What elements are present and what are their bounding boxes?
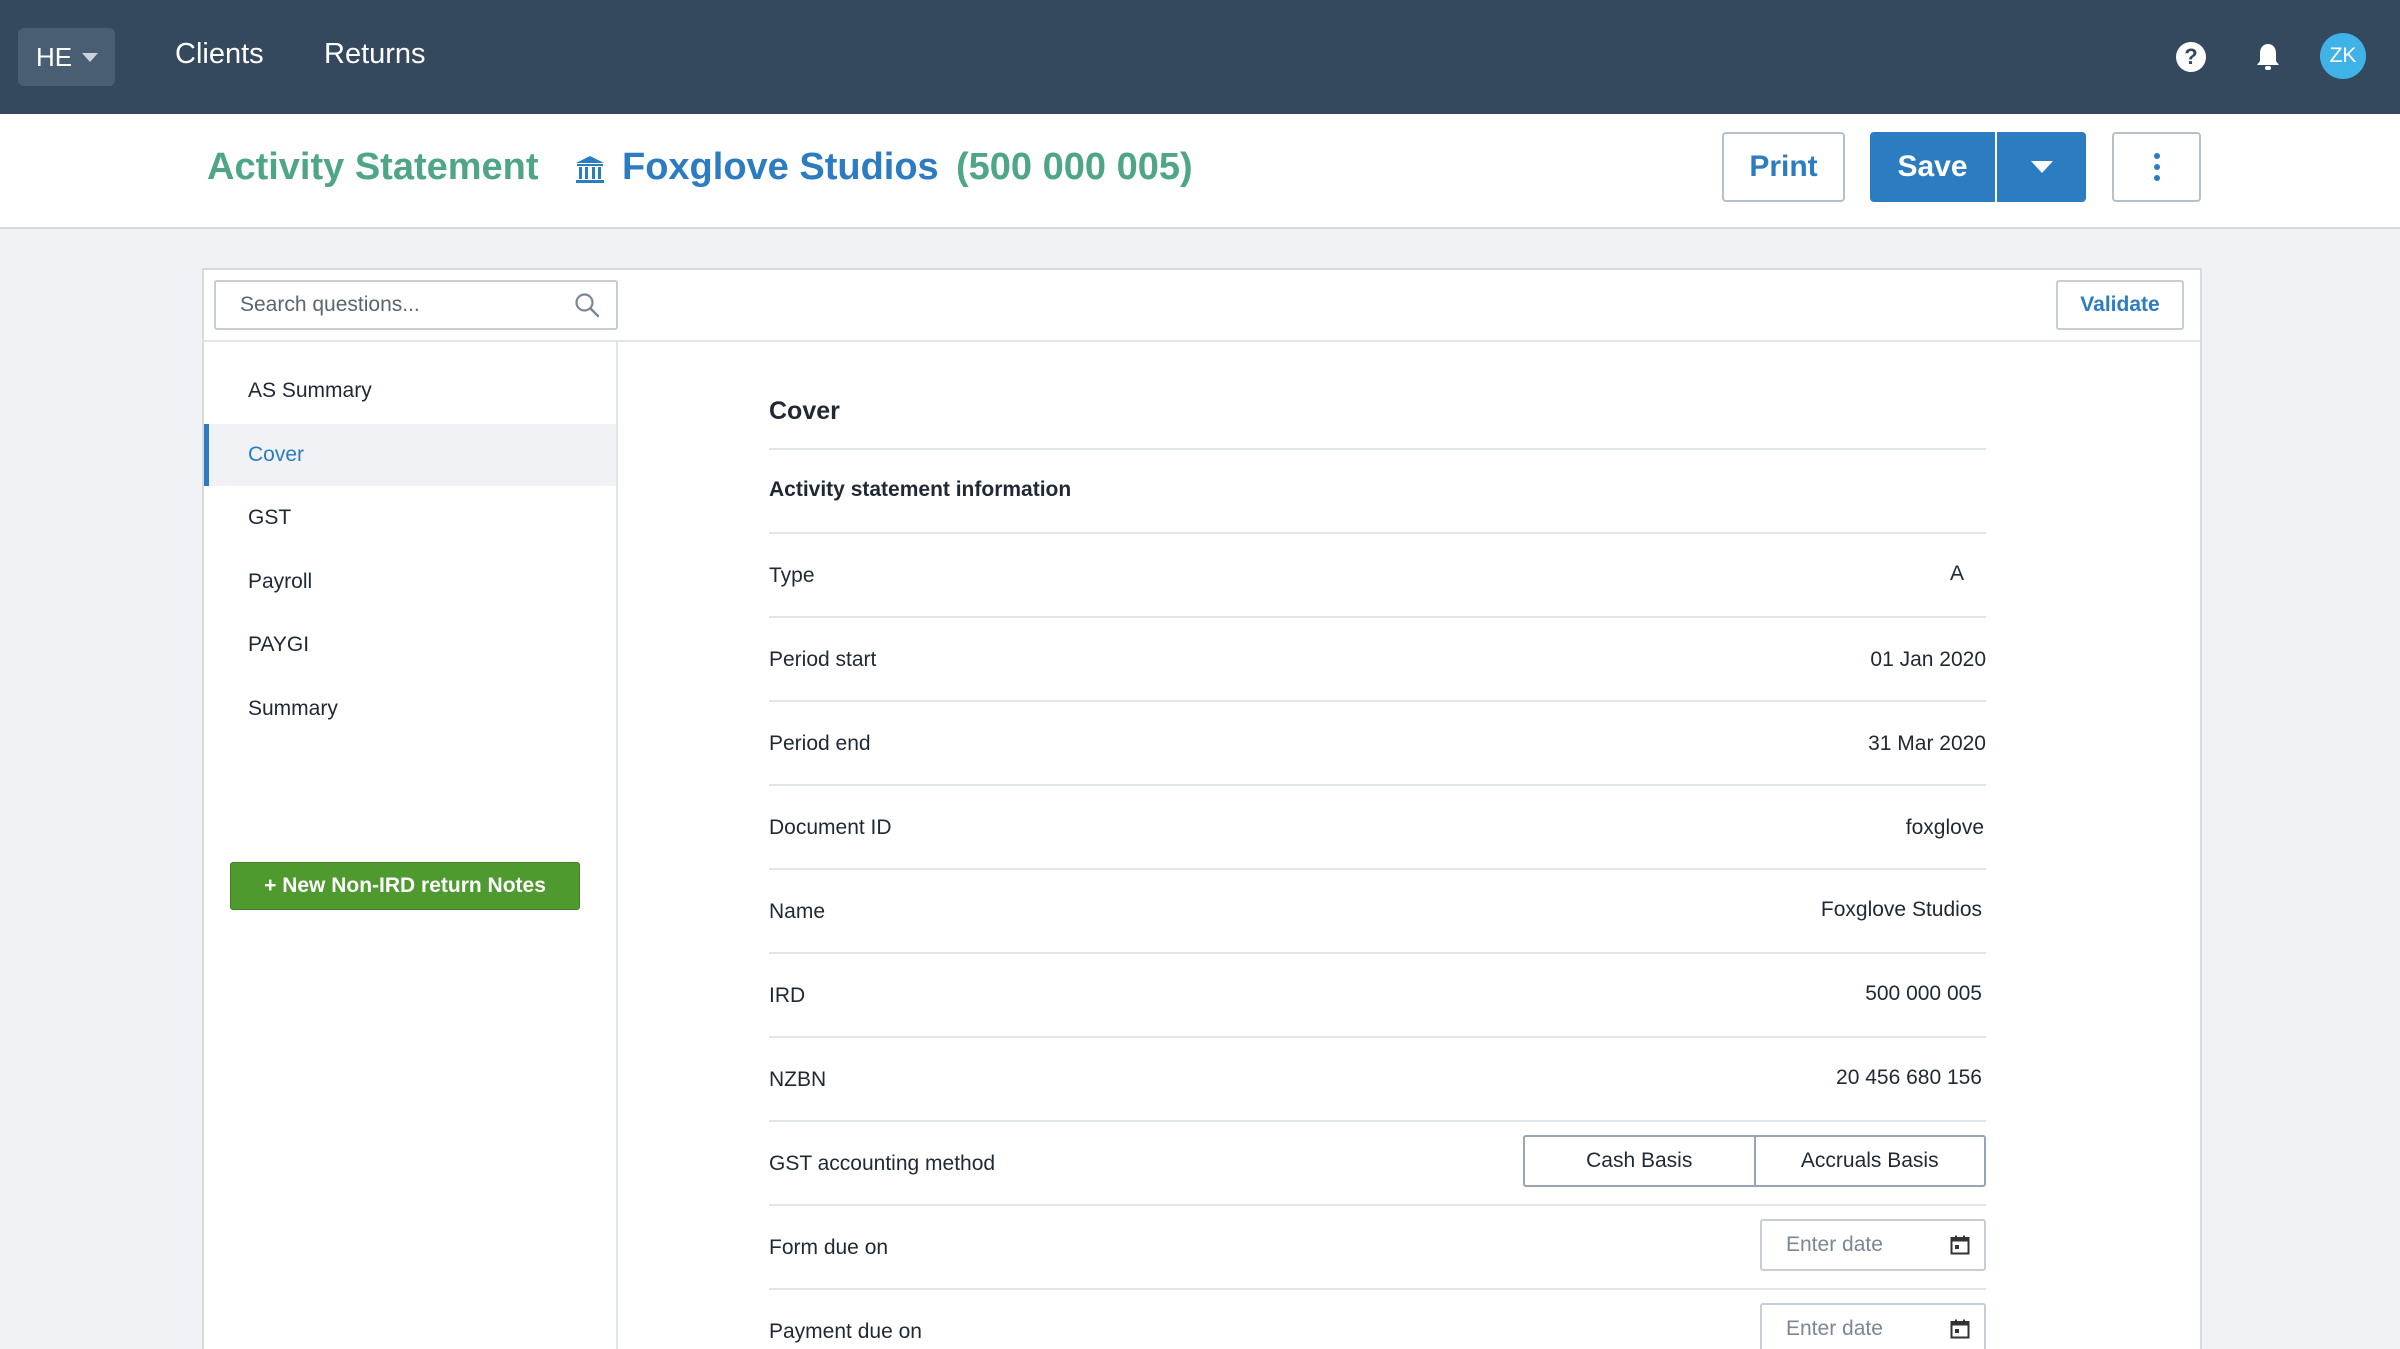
panel-toolbar: Validate — [204, 270, 2200, 342]
new-notes-button[interactable]: + New Non-IRD return Notes — [230, 862, 580, 910]
form-due-date-picker[interactable] — [1760, 1219, 1986, 1271]
validate-button[interactable]: Validate — [2056, 280, 2184, 330]
field-label: Form due on — [769, 1236, 889, 1259]
field-value-period-start: 01 Jan 2020 — [1870, 648, 1986, 671]
field-value-nzbn: 20 456 680 156 — [1836, 1066, 1982, 1089]
form-subheading: Activity statement information — [769, 478, 1072, 501]
field-label: GST accounting method — [769, 1152, 996, 1175]
sidebar-item-as-summary[interactable]: AS Summary — [204, 360, 616, 422]
client-ird-number: (500 000 005) — [956, 146, 1193, 188]
sidebar-item-gst[interactable]: GST — [204, 487, 616, 549]
top-nav: HE Clients Returns ? ZK — [0, 0, 2400, 114]
cash-basis-option[interactable]: Cash Basis — [1525, 1137, 1754, 1185]
kebab-dot — [2153, 175, 2160, 181]
sidebar-item-payroll[interactable]: Payroll — [204, 551, 616, 613]
field-value-ird: 500 000 005 — [1865, 982, 1982, 1005]
field-label: Period start — [769, 648, 877, 671]
calendar-icon[interactable] — [1950, 1235, 1970, 1255]
sidebar: AS Summary Cover GST Payroll PAYGI Summa… — [204, 342, 618, 1349]
field-label: Period end — [769, 732, 871, 755]
field-row-payment-due: Payment due on — [769, 1288, 1986, 1349]
field-row-period-start: Period start 01 Jan 2020 — [769, 616, 1986, 700]
field-label: Payment due on — [769, 1320, 922, 1343]
caret-down-icon — [2030, 161, 2053, 173]
org-code: HE — [36, 41, 73, 72]
form-content: Cover Activity statement information Typ… — [618, 342, 2200, 1349]
save-button[interactable]: Save — [1870, 132, 1995, 202]
avatar[interactable]: ZK — [2320, 33, 2366, 79]
form-subheading-row: Activity statement information — [769, 448, 1986, 532]
org-switcher[interactable]: HE — [18, 28, 115, 86]
search-box[interactable] — [214, 280, 618, 330]
payment-due-date-picker[interactable] — [1760, 1303, 1986, 1349]
field-row-name: Name Foxglove Studios — [769, 868, 1986, 952]
field-label: Type — [769, 564, 815, 587]
bell-glyph — [2257, 44, 2279, 70]
print-button[interactable]: Print — [1722, 132, 1845, 202]
field-row-form-due: Form due on — [769, 1204, 1986, 1288]
search-icon[interactable] — [574, 292, 600, 318]
calendar-icon[interactable] — [1950, 1319, 1970, 1339]
kebab-icon — [2153, 153, 2160, 159]
bank-icon — [576, 156, 604, 183]
chevron-down-icon — [82, 52, 99, 62]
main-panel: Validate AS Summary Cover GST Payroll PA… — [202, 268, 2202, 1349]
field-row-ird: IRD 500 000 005 — [769, 952, 1986, 1036]
sidebar-item-summary[interactable]: Summary — [204, 678, 616, 740]
kebab-dot — [2153, 164, 2160, 170]
sidebar-item-paygi[interactable]: PAYGI — [204, 614, 616, 676]
field-label: NZBN — [769, 1068, 827, 1091]
field-label: IRD — [769, 984, 806, 1007]
field-label: Name — [769, 900, 826, 923]
nav-clients-link[interactable]: Clients — [175, 38, 264, 71]
bell-icon[interactable] — [2249, 38, 2287, 76]
field-row-gst-method: GST accounting method Cash Basis Accrual… — [769, 1120, 1986, 1204]
avatar-initials: ZK — [2329, 44, 2357, 67]
field-row-period-end: Period end 31 Mar 2020 — [769, 700, 1986, 784]
page-title: Activity Statement — [207, 146, 539, 188]
field-value-type: A — [1949, 562, 1964, 585]
section-title: Cover — [769, 397, 840, 425]
form-due-date-input[interactable] — [1762, 1221, 1942, 1269]
field-row-nzbn: NZBN 20 456 680 156 — [769, 1036, 1986, 1120]
accruals-basis-option[interactable]: Accruals Basis — [1753, 1137, 1985, 1185]
sidebar-item-cover[interactable]: Cover — [204, 424, 616, 486]
gst-method-toggle[interactable]: Cash Basis Accruals Basis — [1523, 1135, 1986, 1187]
more-options-button[interactable] — [2112, 132, 2201, 202]
save-dropdown-button[interactable] — [1997, 132, 2086, 202]
help-icon[interactable]: ? — [2172, 38, 2210, 76]
field-row-type: Type A — [769, 532, 1986, 616]
field-value-name: Foxglove Studios — [1820, 898, 1982, 921]
field-row-document-id: Document ID foxglove — [769, 784, 1986, 868]
payment-due-date-input[interactable] — [1762, 1305, 1942, 1349]
search-input[interactable] — [216, 282, 556, 328]
nav-returns-link[interactable]: Returns — [324, 38, 426, 71]
field-value-document-id: foxglove — [1905, 816, 1984, 839]
client-name[interactable]: Foxglove Studios — [622, 146, 939, 189]
field-value-period-end: 31 Mar 2020 — [1868, 732, 1986, 755]
field-label: Document ID — [769, 816, 892, 839]
help-glyph: ? — [2176, 42, 2206, 72]
page-header: Activity Statement Foxglove Studios (500… — [0, 114, 2400, 229]
